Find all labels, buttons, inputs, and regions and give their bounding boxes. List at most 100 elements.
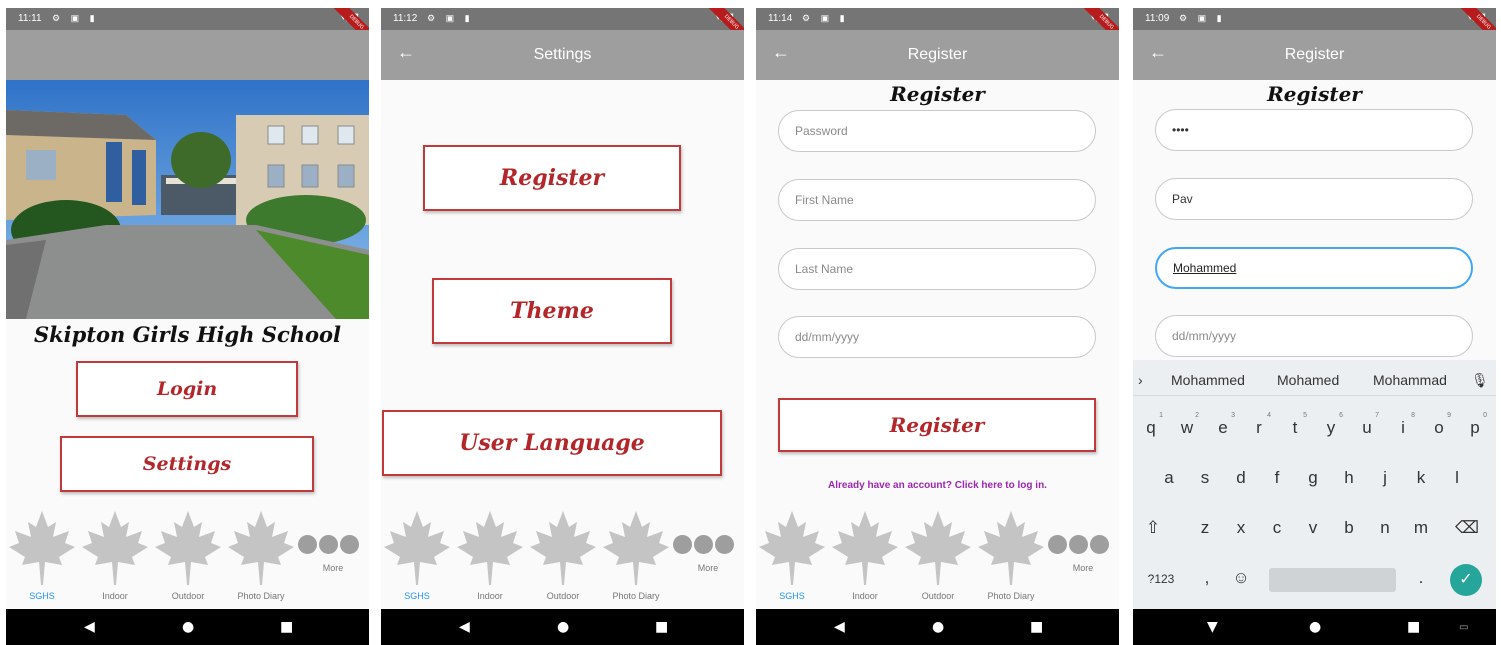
nav-item-sghs[interactable]: SGHS bbox=[6, 507, 78, 605]
nav-item-indoor[interactable]: Indoor bbox=[79, 507, 151, 605]
emoji-key-icon[interactable]: ☺ bbox=[1227, 568, 1255, 588]
first-name-field[interactable]: Pav bbox=[1155, 178, 1473, 220]
suggestion[interactable]: Mohammed bbox=[1171, 372, 1245, 388]
nav-label: Outdoor bbox=[921, 591, 955, 601]
nav-item-more[interactable]: More bbox=[298, 535, 368, 595]
maple-leaf-icon bbox=[530, 511, 596, 585]
recents-nav-icon[interactable]: ■ bbox=[280, 619, 293, 635]
dob-field[interactable]: dd/mm/yyyy bbox=[1155, 315, 1473, 357]
home-nav-icon[interactable]: ● bbox=[932, 619, 944, 635]
key[interactable]: p0 bbox=[1461, 412, 1489, 438]
system-nav-bar: ◀ ● ■ bbox=[381, 609, 744, 645]
shift-key-icon[interactable]: ⇧ bbox=[1139, 518, 1167, 538]
key-char: i bbox=[1401, 418, 1405, 437]
key[interactable]: y6 bbox=[1317, 412, 1345, 438]
nav-item-more[interactable]: More bbox=[673, 535, 743, 595]
key[interactable]: x bbox=[1227, 518, 1255, 538]
backspace-key-icon[interactable]: ⌫ bbox=[1453, 518, 1481, 538]
key[interactable]: h bbox=[1335, 468, 1363, 488]
done-key-icon[interactable]: ✓ bbox=[1450, 564, 1482, 596]
notification-icons: ⚙ ▣ ▮ bbox=[52, 13, 99, 23]
key-char: q bbox=[1146, 418, 1156, 437]
key[interactable]: k bbox=[1407, 468, 1435, 488]
back-nav-icon[interactable]: ◀ bbox=[834, 619, 845, 635]
first-name-field[interactable]: First Name bbox=[778, 179, 1096, 221]
password-field[interactable]: •••• bbox=[1155, 109, 1473, 151]
home-nav-icon[interactable]: ● bbox=[557, 619, 569, 635]
nav-item-outdoor[interactable]: Outdoor bbox=[902, 507, 974, 605]
nav-item-photo-diary[interactable]: Photo Diary bbox=[975, 507, 1047, 605]
nav-label: SGHS bbox=[404, 591, 430, 601]
user-language-button[interactable]: User Language bbox=[382, 410, 722, 476]
key[interactable]: u7 bbox=[1353, 412, 1381, 438]
key[interactable]: e3 bbox=[1209, 412, 1237, 438]
last-name-field[interactable]: Mohammed bbox=[1155, 247, 1473, 289]
register-button[interactable]: Register bbox=[423, 145, 681, 211]
login-button[interactable]: Login bbox=[76, 361, 298, 417]
suggestion[interactable]: Mohamed bbox=[1277, 372, 1339, 388]
key[interactable]: g bbox=[1299, 468, 1327, 488]
key-char: w bbox=[1180, 418, 1194, 437]
home-nav-icon[interactable]: ● bbox=[1309, 619, 1321, 635]
key[interactable]: c bbox=[1263, 518, 1291, 538]
maple-leaf-icon bbox=[905, 511, 971, 585]
dob-field[interactable]: dd/mm/yyyy bbox=[778, 316, 1096, 358]
recents-nav-icon[interactable]: ■ bbox=[1407, 619, 1420, 635]
recents-nav-icon[interactable]: ■ bbox=[1030, 619, 1043, 635]
theme-button[interactable]: Theme bbox=[432, 278, 672, 344]
key-hint: 2 bbox=[1195, 412, 1199, 419]
key[interactable]: n bbox=[1371, 518, 1399, 538]
nav-item-outdoor[interactable]: Outdoor bbox=[527, 507, 599, 605]
keyboard-switch-icon[interactable]: ▭ bbox=[1459, 622, 1468, 633]
nav-item-indoor[interactable]: Indoor bbox=[829, 507, 901, 605]
nav-label: More bbox=[322, 563, 344, 573]
key[interactable]: d bbox=[1227, 468, 1255, 488]
nav-label: Outdoor bbox=[546, 591, 580, 601]
space-bar[interactable] bbox=[1269, 568, 1396, 592]
mic-icon[interactable]: 🎙 bbox=[1471, 372, 1489, 389]
key[interactable]: w2 bbox=[1173, 412, 1201, 438]
nav-item-sghs[interactable]: SGHS bbox=[381, 507, 453, 605]
key[interactable]: z bbox=[1191, 518, 1219, 538]
last-name-field[interactable]: Last Name bbox=[778, 248, 1096, 290]
nav-item-more[interactable]: More bbox=[1048, 535, 1118, 595]
maple-leaf-icon bbox=[603, 511, 669, 585]
status-time: 11:11 bbox=[18, 13, 42, 24]
settings-label: Settings bbox=[142, 453, 232, 475]
key[interactable]: j bbox=[1371, 468, 1399, 488]
register-submit-button[interactable]: Register bbox=[778, 398, 1096, 452]
settings-button[interactable]: Settings bbox=[60, 436, 314, 492]
login-link[interactable]: Already have an account? Click here to l… bbox=[756, 480, 1119, 491]
nav-item-outdoor[interactable]: Outdoor bbox=[152, 507, 224, 605]
expand-icon[interactable]: › bbox=[1138, 372, 1143, 388]
nav-item-photo-diary[interactable]: Photo Diary bbox=[225, 507, 297, 605]
password-field[interactable]: Password bbox=[778, 110, 1096, 152]
period-key[interactable]: . bbox=[1407, 568, 1435, 588]
bottom-nav: SGHS Indoor Outdoor Photo Diary More bbox=[381, 505, 744, 609]
nav-item-photo-diary[interactable]: Photo Diary bbox=[600, 507, 672, 605]
nav-item-indoor[interactable]: Indoor bbox=[454, 507, 526, 605]
key[interactable]: b bbox=[1335, 518, 1363, 538]
symbols-key[interactable]: ?123 bbox=[1141, 572, 1181, 586]
key[interactable]: a bbox=[1155, 468, 1183, 488]
nav-item-sghs[interactable]: SGHS bbox=[756, 507, 828, 605]
suggestion[interactable]: Mohammad bbox=[1373, 372, 1447, 388]
register-filled-screen: 11:09 ⚙ ▣ ▮ ▾◢▮ DEBUG ← Register Registe… bbox=[1133, 8, 1496, 645]
hide-keyboard-icon[interactable]: ▼ bbox=[1207, 619, 1218, 635]
key[interactable]: v bbox=[1299, 518, 1327, 538]
back-nav-icon[interactable]: ◀ bbox=[84, 619, 95, 635]
home-nav-icon[interactable]: ● bbox=[182, 619, 194, 635]
key[interactable]: f bbox=[1263, 468, 1291, 488]
comma-key[interactable]: , bbox=[1193, 568, 1221, 588]
key[interactable]: q1 bbox=[1137, 412, 1165, 438]
recents-nav-icon[interactable]: ■ bbox=[655, 619, 668, 635]
key[interactable]: m bbox=[1407, 518, 1435, 538]
key[interactable]: s bbox=[1191, 468, 1219, 488]
key[interactable]: o9 bbox=[1425, 412, 1453, 438]
key-hint: 0 bbox=[1483, 412, 1487, 419]
key[interactable]: l bbox=[1443, 468, 1471, 488]
key[interactable]: r4 bbox=[1245, 412, 1273, 438]
back-nav-icon[interactable]: ◀ bbox=[459, 619, 470, 635]
key[interactable]: t5 bbox=[1281, 412, 1309, 438]
key[interactable]: i8 bbox=[1389, 412, 1417, 438]
